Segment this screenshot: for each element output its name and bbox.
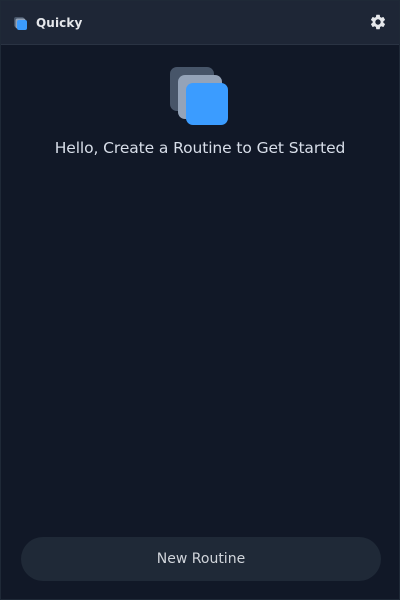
gear-icon[interactable] bbox=[369, 13, 387, 31]
new-routine-button[interactable]: New Routine bbox=[21, 537, 381, 581]
app-brand: Quicky bbox=[12, 15, 82, 31]
empty-state: Hello, Create a Routine to Get Started bbox=[1, 61, 399, 157]
stacked-cards-icon bbox=[170, 67, 228, 125]
app-logo-icon bbox=[14, 16, 27, 30]
app-window: Quicky Hello, Create a Routine to Get St… bbox=[0, 0, 400, 600]
title-bar: Quicky bbox=[1, 1, 399, 45]
app-name: Quicky bbox=[36, 15, 83, 30]
empty-state-title: Hello, Create a Routine to Get Started bbox=[54, 139, 346, 157]
